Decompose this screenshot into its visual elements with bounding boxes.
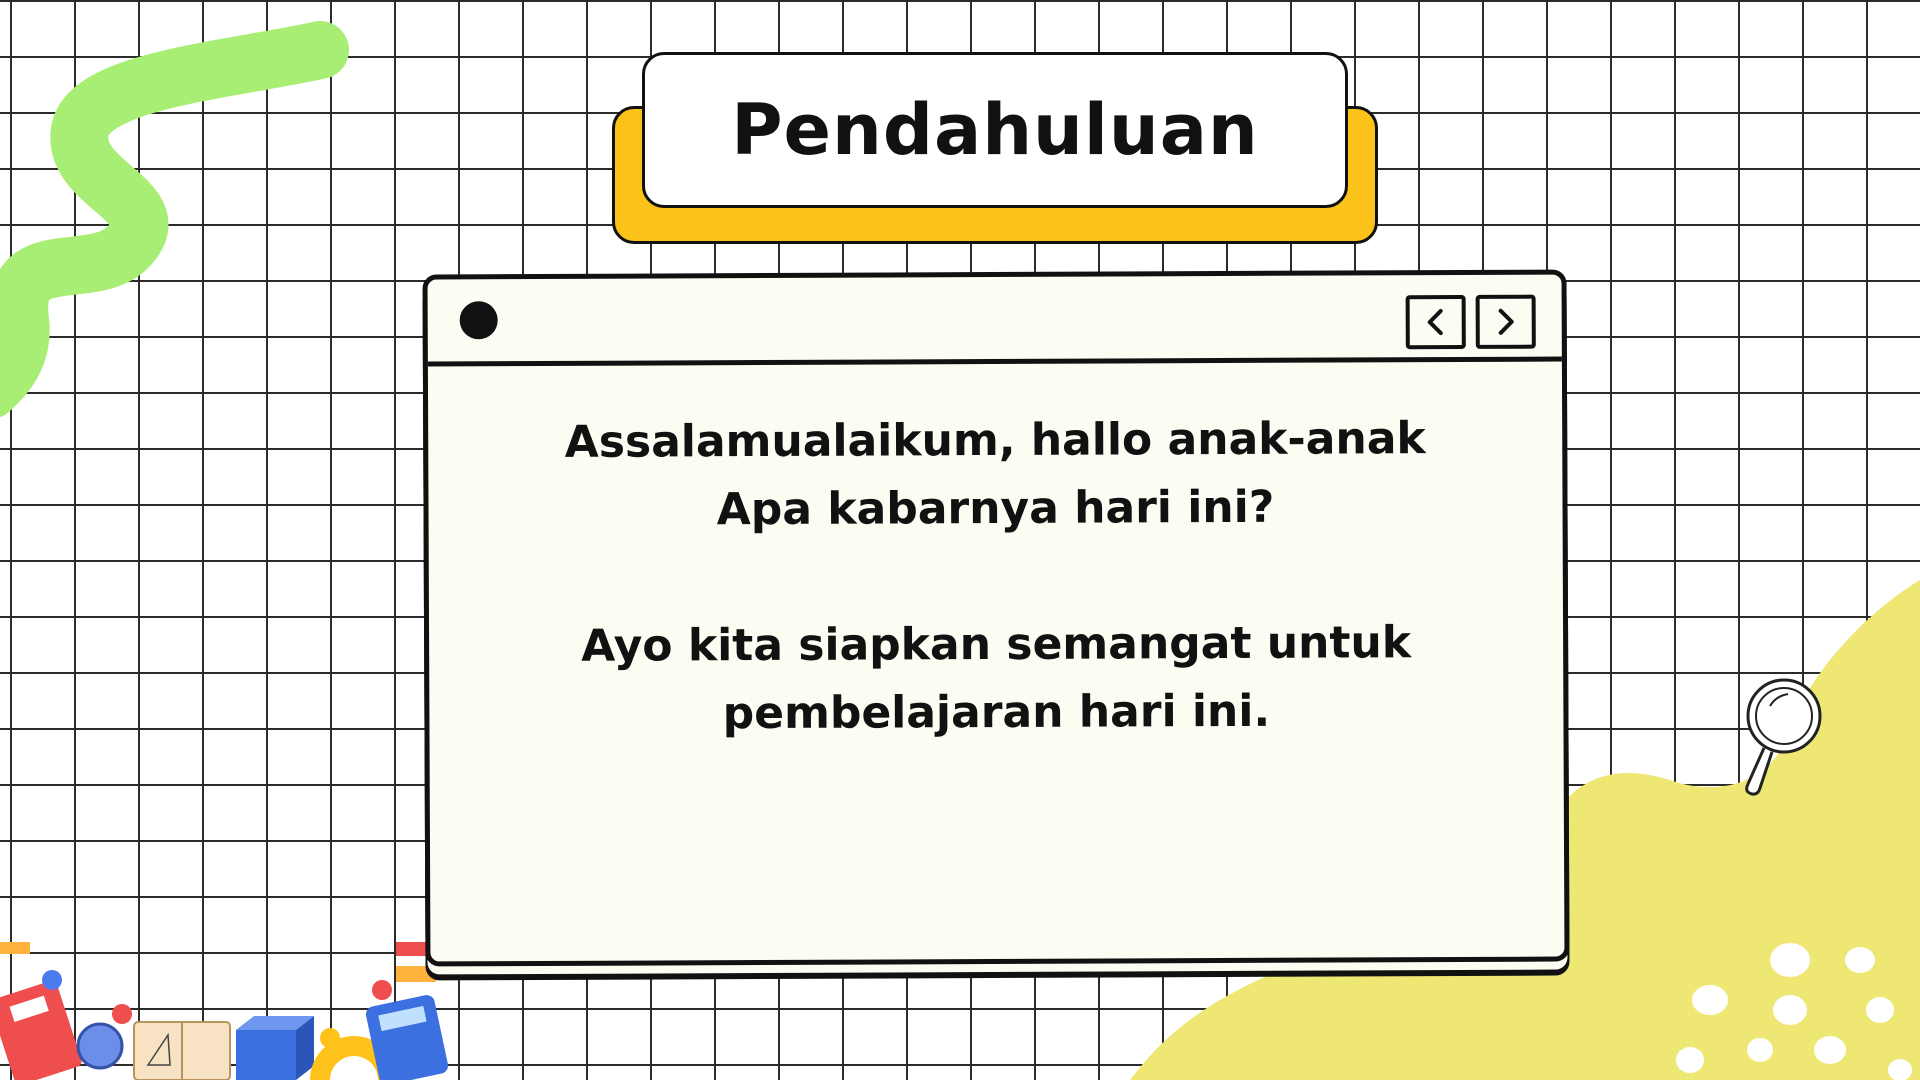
calculator-icon (365, 995, 449, 1080)
page-title: Pendahuluan (731, 89, 1259, 171)
window-dot-icon (459, 301, 498, 340)
window-body: Assalamualaikum, hallo anak-anak Apa kab… (428, 405, 1563, 750)
title-badge: Pendahuluan (642, 52, 1348, 208)
question-line: Apa kabarnya hari ini? (716, 481, 1275, 536)
window-title-bar (427, 274, 1562, 367)
magnifier-icon (1745, 678, 1822, 796)
motivation-line-1: Ayo kita siapkan semangat untuk (581, 617, 1412, 672)
book-icon (133, 1021, 231, 1080)
green-squiggle-decoration (0, 21, 349, 417)
notebook-icon (0, 980, 82, 1080)
prev-button[interactable] (1405, 294, 1466, 350)
content-window: Assalamualaikum, hallo anak-anak Apa kab… (422, 269, 1570, 967)
chevron-right-icon (1498, 308, 1514, 335)
school-supplies-decoration (0, 942, 449, 1080)
cube-icon (236, 1016, 314, 1080)
next-button[interactable] (1475, 294, 1536, 349)
greeting-line: Assalamualaikum, hallo anak-anak (564, 413, 1426, 468)
chevron-left-icon (1427, 309, 1443, 336)
motivation-line-2: pembelajaran hari ini. (722, 685, 1271, 740)
